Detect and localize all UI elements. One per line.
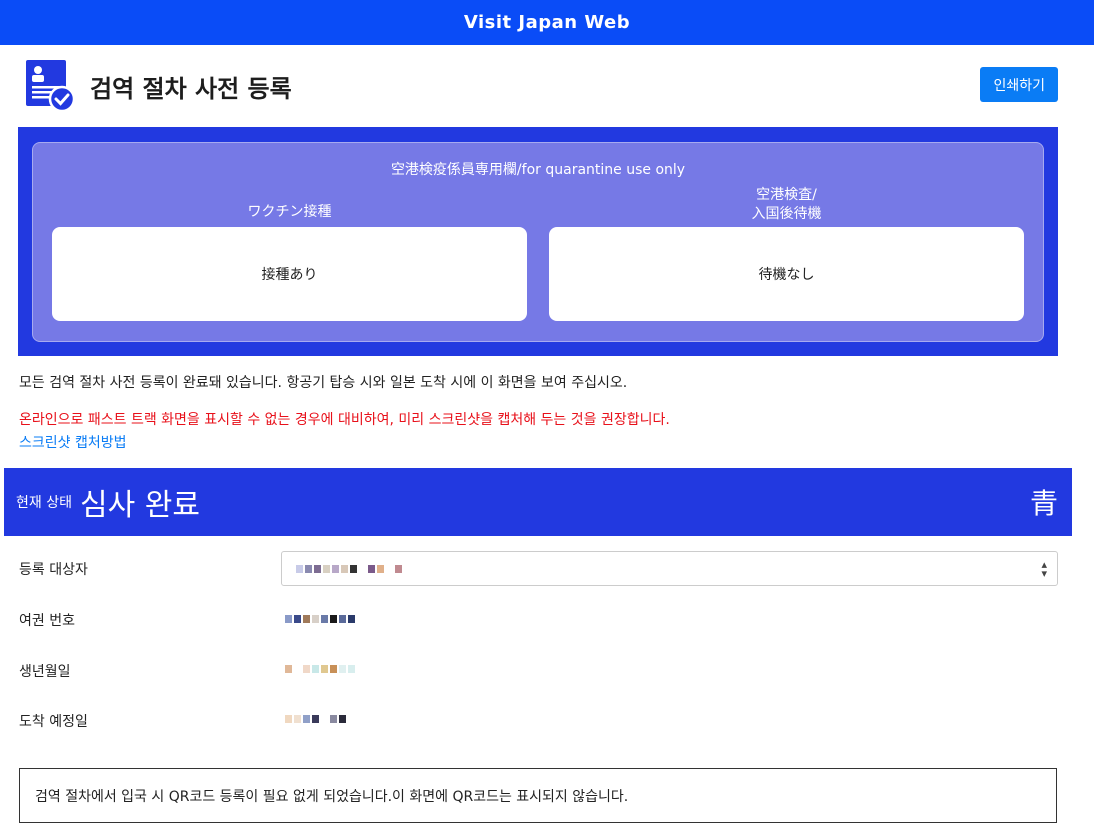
screenshot-warning: 온라인으로 패스트 트랙 화면을 표시할 수 없는 경우에 대비하여, 미리 스… <box>19 412 670 428</box>
qr-code-notice: 검역 절차에서 입국 시 QR코드 등록이 필요 없게 되었습니다.이 화면에 … <box>19 768 1057 823</box>
registrant-select[interactable]: ▴ ▾ <box>281 551 1058 586</box>
print-button[interactable]: 인쇄하기 <box>980 67 1058 102</box>
status-value: 심사 완료 <box>79 488 200 523</box>
airport-box-wrap: 待機なし <box>549 227 1024 321</box>
document-check-icon <box>26 60 76 113</box>
arrival-label: 도착 예정일 <box>19 714 88 730</box>
vaccine-label-wrap: ワクチン接種 <box>52 203 527 222</box>
airport-label-line1: 空港検査/ <box>756 187 817 203</box>
status-label: 현재 상태 <box>16 495 72 511</box>
brand-title: Visit Japan Web <box>463 12 631 33</box>
vaccine-box-wrap: 接種あり <box>52 227 527 321</box>
status-color-label: 青 <box>1029 487 1058 520</box>
airport-value: 待機なし <box>549 227 1024 321</box>
arrival-redacted-value <box>285 714 346 724</box>
completion-notice: 모든 검역 절차 사전 등록이 완료돼 있습니다. 항공기 탑승 시와 일본 도… <box>19 375 628 391</box>
screenshot-howto-link[interactable]: 스크린샷 캡처방법 <box>19 432 127 452</box>
birthdate-redacted-value <box>285 664 355 674</box>
status-bar: 현재 상태 심사 완료 青 <box>4 468 1072 536</box>
top-bar: Visit Japan Web <box>0 0 1094 45</box>
quarantine-panel: 空港検疫係員専用欄/for quarantine use only ワクチン接種… <box>18 127 1058 356</box>
page-title: 검역 절차 사전 등록 <box>90 74 292 103</box>
birthdate-label: 생년월일 <box>19 664 71 680</box>
registrant-redacted-value <box>296 564 402 574</box>
vaccine-value: 接種あり <box>52 227 527 321</box>
passport-redacted-value <box>285 614 355 624</box>
vaccine-label: ワクチン接種 <box>247 204 332 220</box>
page-header: 검역 절차 사전 등록 인쇄하기 <box>0 45 1094 127</box>
airport-label-line2: 入国後待機 <box>751 206 822 222</box>
select-chevron-icon: ▴ ▾ <box>1041 558 1047 580</box>
airport-label-wrap: 空港検査/ 入国後待機 <box>549 186 1024 224</box>
passport-label: 여권 번호 <box>19 613 75 629</box>
quarantine-panel-inner: 空港検疫係員専用欄/for quarantine use only ワクチン接種… <box>32 142 1044 342</box>
registrant-label: 등록 대상자 <box>19 562 88 578</box>
quarantine-title: 空港検疫係員専用欄/for quarantine use only <box>390 162 686 178</box>
